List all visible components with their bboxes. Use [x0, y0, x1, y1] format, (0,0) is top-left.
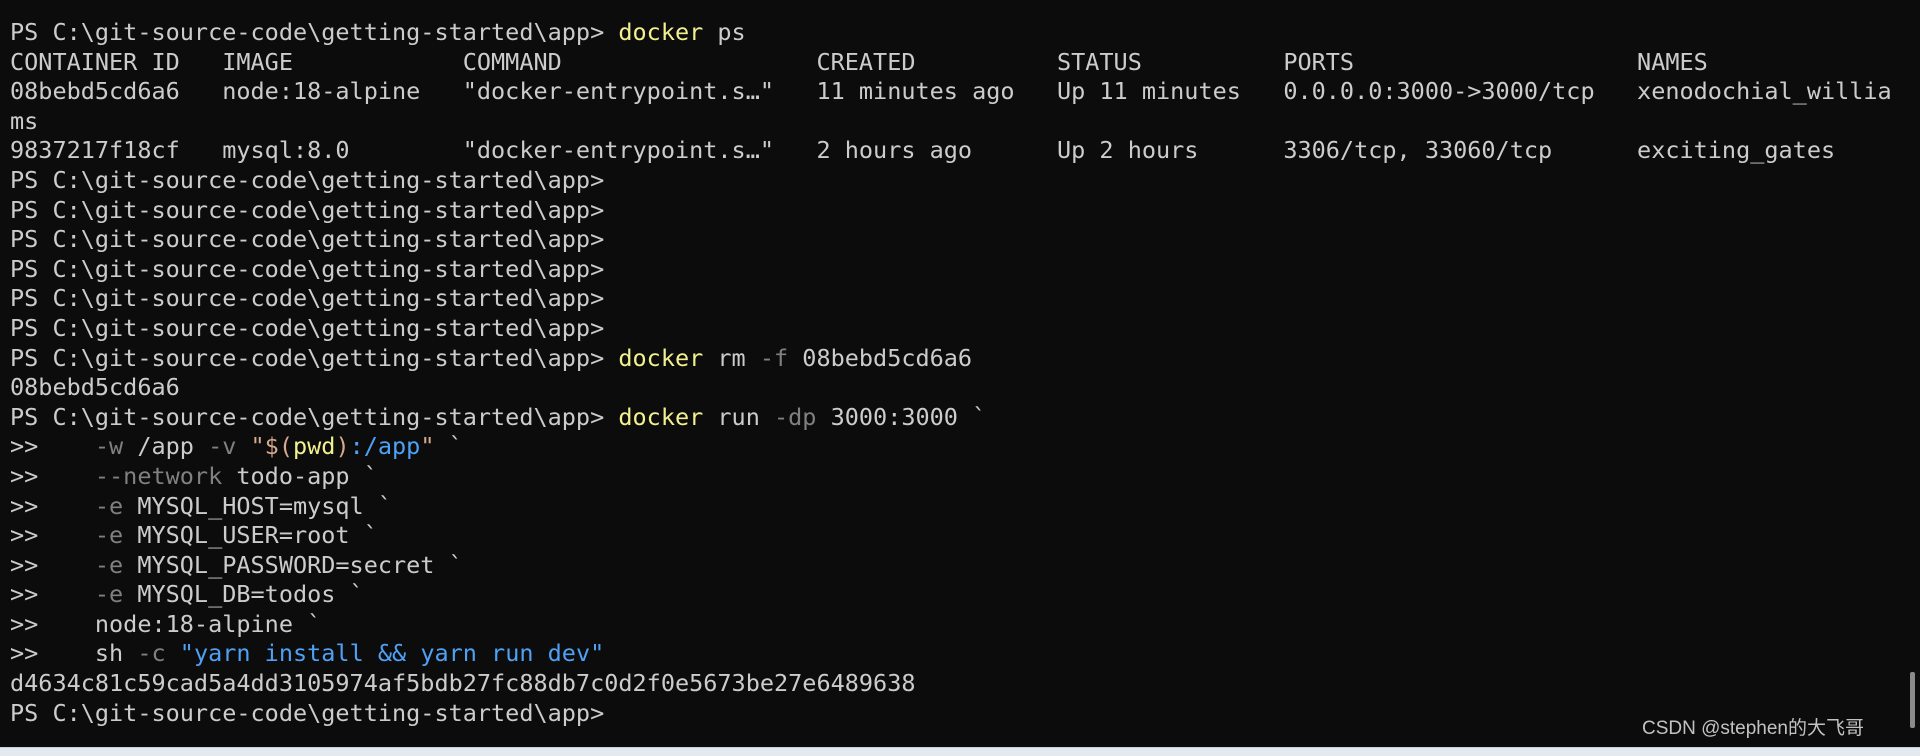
terminal-line: 08bebd5cd6a6 node:18-alpine "docker-entr… — [10, 77, 1920, 107]
csdn-watermark: CSDN @stephen的大飞哥 — [1641, 718, 1864, 739]
terminal-text-segment: MYSQL_DB=todos ` — [123, 580, 364, 609]
terminal-line: PS C:\git-source-code\getting-started\ap… — [10, 314, 1920, 344]
terminal-text-segment: -e — [94, 521, 124, 550]
terminal-line: CONTAINER ID IMAGE COMMAND CREATED STATU… — [10, 48, 1920, 78]
terminal-line: 08bebd5cd6a6 — [10, 373, 1920, 403]
terminal-line: >> -e MYSQL_USER=root ` — [10, 521, 1920, 551]
terminal-line: >> --network todo-app ` — [10, 462, 1920, 492]
terminal-line: >> -w /app -v "$(pwd):/app" ` — [10, 432, 1920, 462]
terminal-text-segment: " — [420, 432, 435, 461]
terminal-text-segment: PS C:\git-source-code\getting-started\ap… — [10, 698, 605, 727]
terminal-text-segment: MYSQL_PASSWORD=secret ` — [123, 550, 463, 579]
terminal-text-segment: PS C:\git-source-code\getting-started\ap… — [10, 284, 605, 313]
terminal-text-segment: PS C:\git-source-code\getting-started\ap… — [10, 313, 605, 342]
terminal-text-segment: >> — [10, 461, 95, 490]
terminal-line: PS C:\git-source-code\getting-started\ap… — [10, 18, 1920, 48]
terminal-text-segment: PS C:\git-source-code\getting-started\ap… — [10, 254, 605, 283]
terminal-text-segment: -v — [208, 432, 237, 461]
terminal-text-segment: ` — [434, 432, 463, 461]
terminal-text-segment: -e — [94, 550, 124, 579]
terminal-line: PS C:\git-source-code\getting-started\ap… — [10, 166, 1920, 196]
terminal-text-segment: PS C:\git-source-code\getting-started\ap… — [10, 18, 619, 46]
terminal-text-segment: "$( — [250, 432, 293, 461]
terminal-text-segment: MYSQL_HOST=mysql ` — [123, 491, 393, 520]
terminal-text-segment: docker — [618, 343, 704, 372]
terminal-text-segment: 9837217f18cf mysql:8.0 "docker-entrypoin… — [10, 136, 1836, 165]
terminal-text-segment: PS C:\git-source-code\getting-started\ap… — [10, 343, 619, 372]
terminal-text-segment: run — [703, 402, 775, 431]
terminal-text-segment: >> — [10, 521, 95, 550]
terminal-text-segment: 08bebd5cd6a6 node:18-alpine "docker-entr… — [10, 77, 1892, 106]
terminal-output[interactable]: PS C:\git-source-code\getting-started\ap… — [10, 18, 1920, 728]
terminal-text-segment: -f — [759, 343, 789, 372]
terminal-text-segment: ) — [335, 432, 350, 461]
terminal-text-segment: PS C:\git-source-code\getting-started\ap… — [10, 195, 605, 224]
terminal-text-segment: todo-app ` — [222, 461, 378, 490]
terminal-text-segment: PS C:\git-source-code\getting-started\ap… — [10, 225, 605, 254]
terminal-line: PS C:\git-source-code\getting-started\ap… — [10, 403, 1920, 433]
bottom-status-strip — [0, 747, 1920, 756]
terminal-text-segment: ms — [10, 106, 39, 135]
terminal-line: d4634c81c59cad5a4dd3105974af5bdb27fc88db… — [10, 669, 1920, 699]
terminal-line: >> -e MYSQL_PASSWORD=secret ` — [10, 551, 1920, 581]
terminal-text-segment: >> sh — [10, 639, 138, 668]
terminal-text-segment: MYSQL_USER=root ` — [123, 521, 378, 550]
terminal-text-segment: 08bebd5cd6a6 — [788, 343, 973, 372]
terminal-line: >> -e MYSQL_DB=todos ` — [10, 580, 1920, 610]
terminal-text-segment: --network — [94, 461, 223, 490]
terminal-text-segment: "yarn install && yarn run dev" — [179, 639, 605, 668]
terminal-text-segment: >> node:18-alpine ` — [10, 609, 322, 638]
terminal-text-segment: ps — [703, 18, 746, 46]
terminal-text-segment: -dp — [774, 402, 817, 431]
terminal-text-segment: >> — [10, 550, 95, 579]
terminal-text-segment: -c — [137, 639, 166, 668]
terminal-text-segment: pwd — [292, 432, 336, 461]
terminal-line: PS C:\git-source-code\getting-started\ap… — [10, 699, 1920, 729]
terminal-text-segment: docker — [618, 402, 704, 431]
terminal-text-segment: -e — [94, 491, 124, 520]
terminal-line: PS C:\git-source-code\getting-started\ap… — [10, 284, 1920, 314]
scrollbar-thumb[interactable] — [1910, 672, 1915, 728]
terminal-text-segment: >> — [10, 580, 95, 609]
terminal-line: 9837217f18cf mysql:8.0 "docker-entrypoin… — [10, 136, 1920, 166]
terminal-text-segment: PS C:\git-source-code\getting-started\ap… — [10, 165, 605, 194]
terminal-text-segment: d4634c81c59cad5a4dd3105974af5bdb27fc88db… — [10, 669, 916, 698]
terminal-line: ms — [10, 107, 1920, 137]
terminal-line: >> node:18-alpine ` — [10, 610, 1920, 640]
terminal-line: >> -e MYSQL_HOST=mysql ` — [10, 492, 1920, 522]
terminal-text-segment: -w — [94, 432, 124, 461]
terminal-text-segment: >> — [10, 491, 95, 520]
terminal-text-segment: docker — [618, 18, 704, 46]
terminal-text-segment: rm — [703, 343, 760, 372]
terminal-text-segment: /app — [123, 432, 209, 461]
terminal-text-segment: -e — [94, 580, 124, 609]
terminal-line: >> sh -c "yarn install && yarn run dev" — [10, 639, 1920, 669]
terminal-window[interactable]: PS C:\git-source-code\getting-started\ap… — [0, 0, 1920, 756]
terminal-line: PS C:\git-source-code\getting-started\ap… — [10, 196, 1920, 226]
terminal-text-segment: :/app — [349, 432, 421, 461]
vertical-scrollbar[interactable] — [1904, 0, 1920, 756]
terminal-text-segment: >> — [10, 432, 95, 461]
terminal-line: PS C:\git-source-code\getting-started\ap… — [10, 225, 1920, 255]
terminal-text-segment: PS C:\git-source-code\getting-started\ap… — [10, 402, 619, 431]
terminal-text-segment: 08bebd5cd6a6 — [10, 373, 180, 402]
terminal-line: PS C:\git-source-code\getting-started\ap… — [10, 344, 1920, 374]
terminal-text-segment: CONTAINER ID IMAGE COMMAND CREATED STATU… — [10, 47, 1708, 76]
terminal-line: PS C:\git-source-code\getting-started\ap… — [10, 255, 1920, 285]
terminal-text-segment: 3000:3000 ` — [816, 402, 987, 431]
